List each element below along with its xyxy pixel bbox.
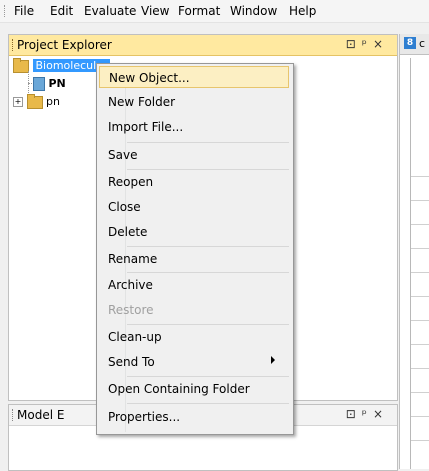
- menu-file[interactable]: File: [14, 4, 34, 18]
- tree-item-pn-file[interactable]: PN: [33, 77, 66, 93]
- menu-item-open-containing-folder[interactable]: Open Containing Folder: [99, 378, 289, 400]
- model-file-icon: [33, 77, 45, 91]
- menubar-grip[interactable]: [4, 5, 7, 17]
- menu-item-label: Rename: [108, 252, 158, 266]
- menu-separator: [127, 324, 289, 325]
- grid-line: [411, 416, 429, 417]
- menu-item-restore: Restore: [99, 299, 289, 321]
- menu-item-label: Restore: [108, 303, 154, 317]
- menu-edit[interactable]: Edit: [50, 4, 73, 18]
- menu-separator: [127, 142, 289, 143]
- menu-separator: [127, 376, 289, 377]
- menu-separator: [127, 169, 289, 170]
- menu-item-label: New Folder: [108, 95, 176, 109]
- grid-line: [411, 344, 429, 345]
- menu-separator: [127, 272, 289, 273]
- grid-line: [411, 392, 429, 393]
- menu-item-archive[interactable]: Archive: [99, 274, 289, 296]
- panel-grip: [12, 39, 13, 51]
- menu-item-label: New Object...: [109, 71, 190, 85]
- menu-item-new-folder[interactable]: New Folder: [99, 91, 289, 113]
- model-explorer-title: Model E: [17, 408, 65, 422]
- menu-item-label: Save: [108, 148, 138, 162]
- menu-item-close[interactable]: Close: [99, 196, 289, 218]
- menu-item-label: Open Containing Folder: [108, 382, 250, 396]
- panel-buttons: ⊡ᵖ×: [346, 407, 389, 421]
- menu-item-delete[interactable]: Delete: [99, 221, 289, 243]
- grid-line: [411, 296, 429, 297]
- menu-item-label: Clean-up: [108, 330, 162, 344]
- menu-separator: [127, 246, 289, 247]
- grid-line: [411, 440, 429, 441]
- menu-item-label: Send To: [108, 355, 155, 369]
- menu-item-label: Archive: [108, 278, 153, 292]
- menu-window[interactable]: Window: [230, 4, 277, 18]
- menu-item-properties[interactable]: Properties...: [99, 406, 289, 428]
- grid-line: [411, 248, 429, 249]
- document-tab[interactable]: 8 c: [400, 34, 429, 55]
- menu-item-clean-up[interactable]: Clean-up: [99, 326, 289, 348]
- menu-separator: [127, 403, 289, 404]
- submenu-arrow-icon: [271, 356, 275, 364]
- grid-line: [411, 320, 429, 321]
- pin-icon[interactable]: ᵖ: [362, 407, 373, 421]
- context-menu: New Object... New Folder Import File... …: [96, 63, 294, 435]
- project-explorer-titlebar[interactable]: Project Explorer ⊡ᵖ×: [9, 35, 397, 56]
- menu-item-label: Close: [108, 200, 141, 214]
- menu-bar: File Edit Evaluate View Format Window He…: [0, 0, 429, 23]
- grid-line: [411, 224, 429, 225]
- document-content: [410, 58, 429, 469]
- menu-item-label: Reopen: [108, 175, 154, 189]
- document-panel: 8 c: [399, 34, 429, 469]
- menu-format[interactable]: Format: [178, 4, 220, 18]
- menu-item-label: Import File...: [108, 120, 184, 134]
- menu-item-import-file[interactable]: Import File...: [99, 116, 289, 138]
- document-icon: 8: [404, 37, 416, 49]
- expand-icon[interactable]: +: [13, 97, 23, 107]
- document-tab-label: c: [419, 37, 426, 50]
- menu-item-label: Delete: [108, 225, 148, 239]
- pin-icon[interactable]: ᵖ: [362, 37, 373, 51]
- tree-item-label: PN: [48, 77, 66, 90]
- float-icon[interactable]: ⊡: [346, 407, 362, 421]
- panel-grip: [12, 409, 13, 421]
- project-explorer-title: Project Explorer: [17, 38, 112, 52]
- folder-icon: [26, 93, 43, 109]
- tree-item-pn-folder[interactable]: + pn: [13, 93, 60, 111]
- menu-item-label: Properties...: [108, 410, 181, 424]
- grid-line: [411, 368, 429, 369]
- menu-item-new-object[interactable]: New Object...: [99, 66, 289, 88]
- menu-evaluate[interactable]: Evaluate: [84, 4, 136, 18]
- close-icon[interactable]: ×: [373, 407, 389, 421]
- menu-item-reopen[interactable]: Reopen: [99, 171, 289, 193]
- menu-help[interactable]: Help: [289, 4, 316, 18]
- menu-item-send-to[interactable]: Send To: [99, 351, 289, 373]
- grid-line: [411, 272, 429, 273]
- grid-line: [411, 200, 429, 201]
- close-icon[interactable]: ×: [373, 37, 389, 51]
- panel-buttons: ⊡ᵖ×: [346, 37, 389, 51]
- float-icon[interactable]: ⊡: [346, 37, 362, 51]
- folder-icon: [13, 57, 29, 73]
- menu-view[interactable]: View: [141, 4, 169, 18]
- grid-line: [411, 176, 429, 177]
- menu-item-save[interactable]: Save: [99, 144, 289, 166]
- menu-item-rename[interactable]: Rename: [99, 248, 289, 270]
- tree-item-label: pn: [46, 95, 60, 108]
